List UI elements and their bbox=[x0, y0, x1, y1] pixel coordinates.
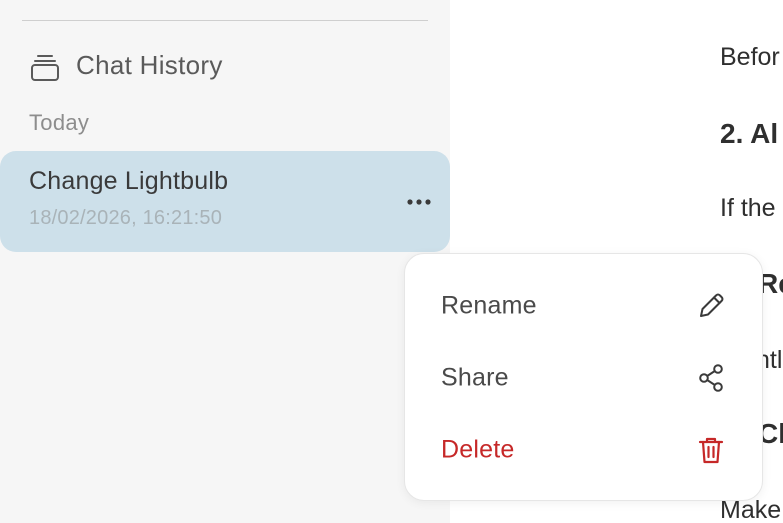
menu-item-share[interactable]: Share bbox=[405, 342, 762, 414]
sidebar-divider bbox=[22, 20, 428, 21]
menu-item-label: Delete bbox=[441, 435, 515, 464]
menu-item-delete[interactable]: Delete bbox=[405, 414, 762, 486]
more-horizontal-icon bbox=[406, 193, 432, 211]
share-icon bbox=[693, 360, 729, 396]
chat-item-title: Change Lightbulb bbox=[29, 167, 229, 195]
section-label-today: Today bbox=[29, 110, 90, 135]
chat-context-menu: Rename Share Delete bbox=[404, 253, 763, 501]
trash-icon bbox=[693, 432, 729, 468]
chat-history-title: Chat History bbox=[76, 49, 223, 80]
menu-item-label: Rename bbox=[441, 291, 537, 320]
more-options-button[interactable] bbox=[402, 189, 436, 215]
pencil-icon bbox=[693, 288, 729, 324]
content-line: If the bbox=[720, 194, 776, 222]
chat-history-header: Chat History bbox=[30, 46, 223, 84]
chat-item-timestamp: 18/02/2026, 16:21:50 bbox=[29, 207, 223, 229]
content-heading: 2. Al bbox=[720, 118, 779, 149]
content-line: Befor bbox=[720, 43, 780, 71]
menu-item-label: Share bbox=[441, 363, 509, 392]
sidebar: Chat History Today Change Lightbulb 18/0… bbox=[0, 0, 450, 523]
stacked-layers-icon bbox=[30, 48, 60, 82]
chat-item-selected[interactable]: Change Lightbulb 18/02/2026, 16:21:50 bbox=[0, 151, 450, 252]
menu-item-rename[interactable]: Rename bbox=[405, 270, 762, 342]
